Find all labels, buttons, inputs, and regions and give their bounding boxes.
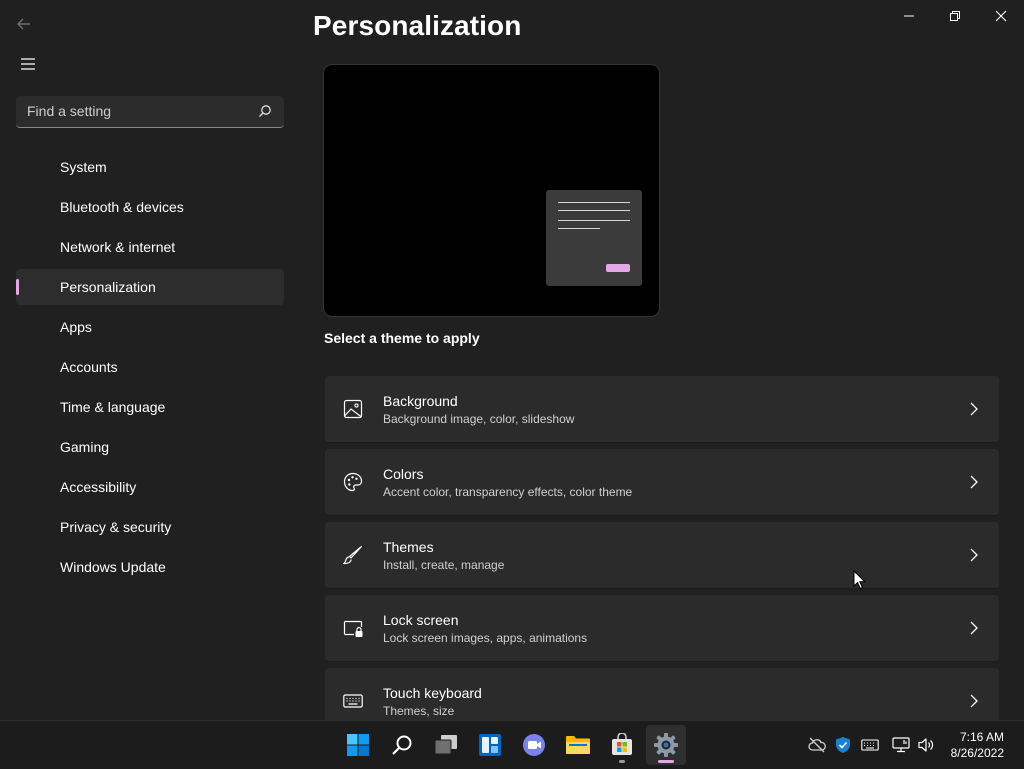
sidebar-item-bluetooth-devices[interactable]: Bluetooth & devices <box>16 189 284 225</box>
teams-chat-button[interactable] <box>514 725 554 765</box>
card-title: Themes <box>383 539 434 555</box>
page-title: Personalization <box>313 10 522 41</box>
sidebar-item-label: Bluetooth & devices <box>60 199 184 215</box>
sidebar-item-label: Gaming <box>60 439 110 455</box>
search-icon <box>392 735 412 755</box>
chevron-right-icon <box>970 475 978 489</box>
menu-button[interactable] <box>19 56 37 72</box>
search-icon[interactable] <box>258 104 272 118</box>
background-card[interactable]: Background Background image, color, slid… <box>325 376 999 443</box>
keyboard-icon <box>343 694 363 708</box>
sidebar-item-label: Windows Update <box>60 559 166 575</box>
close-icon <box>995 10 1007 22</box>
minimize-button[interactable] <box>897 6 921 26</box>
settings-icon <box>654 733 678 757</box>
theme-preview <box>324 65 659 316</box>
widgets-icon <box>479 734 501 756</box>
card-subtitle: Install, create, manage <box>383 558 505 572</box>
task-view-icon <box>434 735 457 755</box>
store-icon <box>612 733 632 755</box>
image-icon <box>343 399 363 419</box>
close-button[interactable] <box>989 6 1013 26</box>
file-explorer-button[interactable] <box>558 725 598 765</box>
sidebar-item-label: Time & language <box>60 399 166 415</box>
widgets-button[interactable] <box>470 725 510 765</box>
back-button[interactable] <box>14 14 34 34</box>
start-button[interactable] <box>338 725 378 765</box>
keyboard-layout-icon[interactable] <box>861 736 879 754</box>
sidebar-item-personalization[interactable]: Personalization <box>16 269 284 305</box>
card-subtitle: Background image, color, slideshow <box>383 412 575 426</box>
hamburger-icon <box>21 58 35 70</box>
sidebar-item-accessibility[interactable]: Accessibility <box>16 469 284 505</box>
chevron-right-icon <box>970 402 978 416</box>
start-icon <box>347 734 369 756</box>
file-explorer-icon <box>566 736 590 754</box>
colors-card[interactable]: Colors Accent color, transparency effect… <box>325 449 999 516</box>
sidebar-item-label: Network & internet <box>60 239 176 255</box>
section-label: Select a theme to apply <box>324 330 480 346</box>
sidebar-item-system[interactable]: System <box>16 149 284 185</box>
clock-date: 8/26/2022 <box>950 746 1004 760</box>
chevron-right-icon <box>970 694 978 708</box>
minimize-icon <box>904 15 914 17</box>
back-arrow-icon <box>17 18 30 30</box>
palette-icon <box>343 472 363 492</box>
sidebar-item-gaming[interactable]: Gaming <box>16 429 284 465</box>
sidebar-item-label: Apps <box>60 319 92 335</box>
sidebar-item-time-language[interactable]: Time & language <box>16 389 284 425</box>
clock-time: 7:16 AM <box>959 730 1004 744</box>
sidebar-item-privacy-security[interactable]: Privacy & security <box>16 509 284 545</box>
teams-chat-icon <box>523 734 545 756</box>
lock-screen-icon <box>343 620 363 637</box>
settings-taskbar-button[interactable] <box>646 725 686 765</box>
card-title: Background <box>383 393 458 409</box>
sidebar-item-windows-update[interactable]: Windows Update <box>16 549 284 585</box>
restore-button[interactable] <box>943 6 967 26</box>
task-view-button[interactable] <box>426 725 466 765</box>
card-subtitle: Themes, size <box>383 704 455 718</box>
touch-keyboard-card[interactable]: Touch keyboard Themes, size <box>325 668 999 725</box>
network-icon[interactable] <box>892 736 910 754</box>
sidebar-item-network-internet[interactable]: Network & internet <box>16 229 284 265</box>
taskbar-clock[interactable]: 7:16 AM 8/26/2022 <box>951 729 1004 761</box>
sidebar-item-apps[interactable]: Apps <box>16 309 284 345</box>
volume-icon[interactable] <box>917 736 935 754</box>
card-title: Colors <box>383 466 424 482</box>
search-input[interactable] <box>16 96 246 126</box>
restore-icon <box>950 11 960 21</box>
mouse-cursor-icon <box>853 570 867 590</box>
onedrive-offline-icon[interactable] <box>808 736 826 754</box>
preview-accent-button <box>606 264 630 272</box>
settings-list: Background Background image, color, slid… <box>325 376 999 731</box>
card-title: Touch keyboard <box>383 685 482 701</box>
taskbar-search-button[interactable] <box>382 725 422 765</box>
store-button[interactable] <box>602 725 642 765</box>
card-subtitle: Accent color, transparency effects, colo… <box>383 485 633 499</box>
sidebar-item-label: Privacy & security <box>60 519 172 535</box>
sidebar-item-label: System <box>60 159 107 175</box>
sidebar-nav: System Bluetooth & devices Network & int… <box>16 149 284 589</box>
sidebar-item-label: Accessibility <box>60 479 137 495</box>
brush-icon <box>343 545 363 565</box>
sidebar-item-label: Personalization <box>60 279 156 295</box>
themes-card[interactable]: Themes Install, create, manage <box>325 522 999 589</box>
card-title: Lock screen <box>383 612 459 628</box>
preview-window <box>546 190 642 286</box>
taskbar: 7:16 AM 8/26/2022 <box>0 720 1024 769</box>
lock-screen-card[interactable]: Lock screen Lock screen images, apps, an… <box>325 595 999 662</box>
search-box <box>16 96 284 128</box>
card-subtitle: Lock screen images, apps, animations <box>383 631 588 645</box>
chevron-right-icon <box>970 548 978 562</box>
sidebar-item-label: Accounts <box>60 359 118 375</box>
sidebar-item-accounts[interactable]: Accounts <box>16 349 284 385</box>
chevron-right-icon <box>970 621 978 635</box>
security-icon[interactable] <box>834 736 852 754</box>
